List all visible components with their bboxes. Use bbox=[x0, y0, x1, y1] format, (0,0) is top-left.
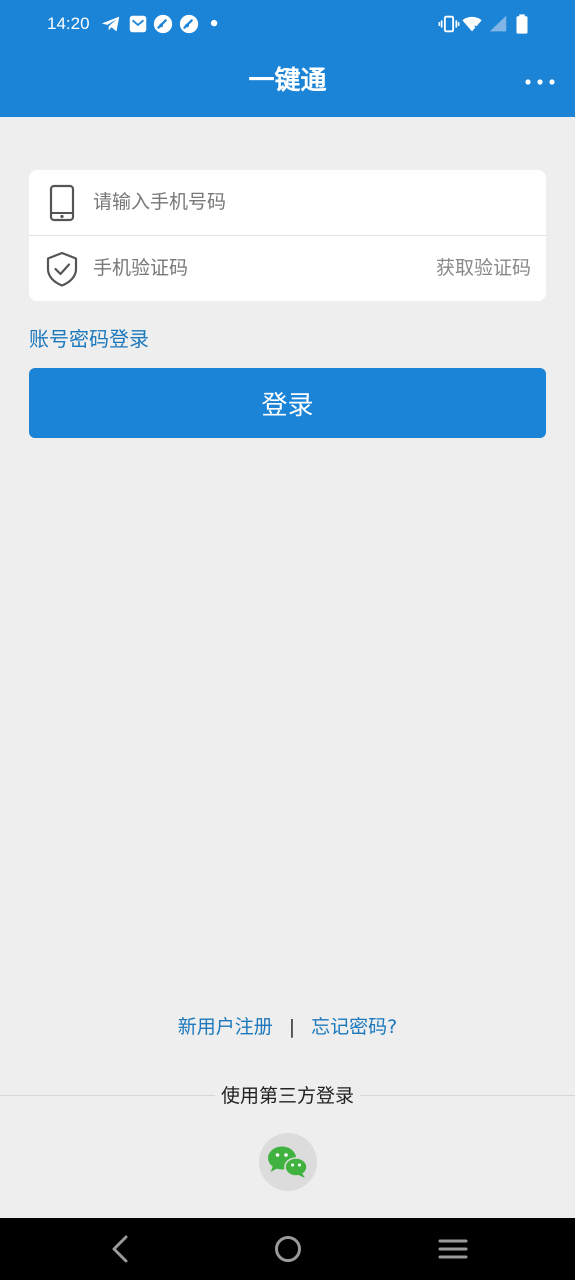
battery-icon bbox=[511, 13, 533, 35]
get-code-button[interactable]: 获取验证码 bbox=[436, 236, 531, 301]
app-header: 一键通 bbox=[0, 48, 575, 117]
signal-icon bbox=[487, 13, 509, 35]
forgot-password-link[interactable]: 忘记密码? bbox=[311, 1016, 397, 1038]
third-party-label-text: 使用第三方登录 bbox=[214, 1085, 360, 1107]
wifi-icon bbox=[461, 13, 483, 35]
bottom-links: 新用户注册 | 忘记密码? bbox=[0, 1010, 575, 1044]
phone-input[interactable] bbox=[93, 182, 393, 222]
wechat-icon bbox=[268, 1146, 308, 1178]
links-separator: | bbox=[288, 1016, 296, 1038]
home-icon[interactable] bbox=[271, 1232, 305, 1266]
speedometer-icon bbox=[178, 13, 200, 35]
telegram-icon bbox=[100, 13, 122, 35]
page-title: 一键通 bbox=[248, 66, 327, 96]
vibrate-icon bbox=[438, 13, 460, 35]
status-time: 14:20 bbox=[47, 14, 90, 33]
more-horizontal-icon[interactable] bbox=[523, 68, 557, 96]
phone-icon bbox=[43, 184, 81, 222]
third-party-label: 使用第三方登录 bbox=[0, 1080, 575, 1112]
back-icon[interactable] bbox=[104, 1232, 138, 1266]
phone-row bbox=[29, 170, 546, 235]
code-row: 获取验证码 bbox=[29, 236, 546, 301]
login-button[interactable]: 登录 bbox=[29, 368, 546, 438]
status-bar: 14:20 bbox=[0, 0, 575, 48]
shield-check-icon bbox=[43, 250, 81, 288]
account-password-login-link[interactable]: 账号密码登录 bbox=[29, 322, 149, 356]
menu-icon[interactable] bbox=[436, 1232, 470, 1266]
navigation-bar bbox=[0, 1218, 575, 1280]
mail-icon bbox=[127, 13, 149, 35]
app-root: 14:20 一键通 请输入手机号码 手机验证码 获取验证码 账号密码登录 登录 … bbox=[0, 0, 575, 1280]
login-form: 获取验证码 bbox=[29, 170, 546, 301]
register-link[interactable]: 新用户注册 bbox=[178, 1016, 273, 1038]
speedometer-icon bbox=[152, 13, 174, 35]
dot-icon bbox=[204, 13, 226, 35]
verification-code-input[interactable] bbox=[93, 248, 373, 288]
wechat-login-button[interactable] bbox=[259, 1133, 317, 1191]
